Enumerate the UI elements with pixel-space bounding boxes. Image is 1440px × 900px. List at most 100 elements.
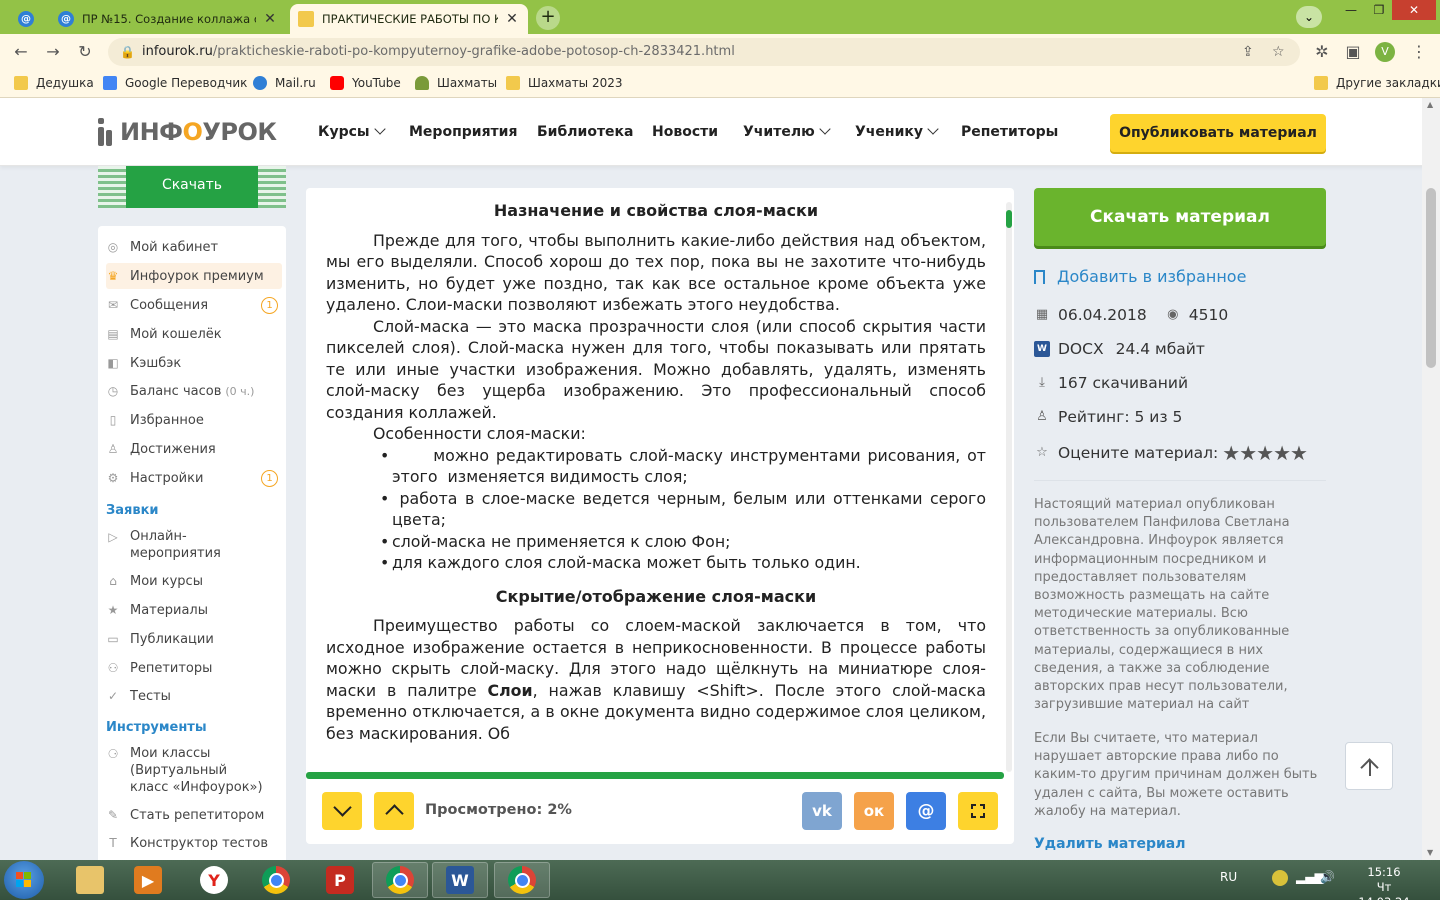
sidebar-item-my-courses[interactable]: ⌂ Мои курсы — [106, 568, 282, 594]
add-to-favorites-link[interactable]: Добавить в избранное — [1034, 267, 1246, 286]
sidebar-item-publications[interactable]: ▭ Публикации — [106, 626, 282, 652]
fullscreen-button[interactable] — [958, 792, 998, 830]
doc-scrollbar-thumb[interactable] — [1006, 210, 1012, 228]
sidebar-item-cashback[interactable]: ◧ Кэшбэк — [106, 350, 282, 376]
nav-teacher[interactable]: Учителю — [743, 123, 831, 140]
url-input[interactable]: 🔒 infourok.ru/prakticheskie-raboti-po-ko… — [108, 38, 1300, 66]
taskbar-explorer[interactable] — [62, 862, 118, 898]
sidebar-item-tutors[interactable]: ⚇ Репетиторы — [106, 655, 282, 681]
browser-tab-collage[interactable]: @ ПР №15. Создание коллажа с п ✕ — [50, 4, 286, 34]
sidebar-item-messages[interactable]: ✉ Сообщения 1 — [106, 292, 282, 318]
system-clock[interactable]: 15:16 Чт 14.03.24 — [1352, 865, 1416, 900]
download-material-button[interactable]: Скачать материал — [1034, 188, 1326, 246]
close-icon[interactable]: ✕ — [262, 11, 278, 27]
sidebar-item-premium[interactable]: ♛ Инфоурок премиум — [106, 263, 282, 289]
nav-library[interactable]: Библиотека — [537, 124, 634, 140]
side-panel-icon[interactable]: ▣ — [1342, 41, 1364, 63]
taskbar-psiphon[interactable]: P — [312, 862, 368, 898]
volume-icon[interactable]: 🔊 — [1320, 870, 1335, 884]
taskbar-chrome-3[interactable] — [494, 862, 550, 898]
share-icon[interactable]: ⇪ — [1242, 38, 1254, 66]
scroll-up-arrow-icon[interactable]: ▲ — [1427, 100, 1433, 109]
minimize-icon[interactable]: — — [1336, 0, 1366, 20]
scroll-down-arrow-icon[interactable]: ▼ — [1427, 848, 1433, 857]
sidebar-item-settings[interactable]: ⚙ Настройки 1 — [106, 465, 282, 491]
address-bar-row: ← → ↻ 🔒 infourok.ru/prakticheskie-raboti… — [0, 34, 1440, 70]
sidebar-item-my-classes[interactable]: ⚆ Мои классы (Виртуальный класс «Инфоурок») — [106, 745, 282, 796]
menu-kebab-icon[interactable]: ⋮ — [1408, 41, 1430, 63]
language-indicator[interactable]: RU — [1220, 870, 1237, 884]
bookmark-chess[interactable]: Шахматы — [415, 76, 497, 90]
share-vk-button[interactable]: vk — [802, 792, 842, 830]
nav-events[interactable]: Мероприятия — [409, 124, 517, 140]
nav-courses[interactable]: Курсы — [318, 123, 386, 140]
browser-tab-active[interactable]: ПРАКТИЧЕСКИЕ РАБОТЫ ПО КО ✕ — [290, 4, 528, 34]
tray-app-icon[interactable] — [1272, 870, 1288, 886]
taskbar-media-player[interactable]: ▶ — [120, 862, 176, 898]
sidebar-item-materials[interactable]: ★ Материалы — [106, 597, 282, 623]
nav-tutors[interactable]: Репетиторы — [961, 124, 1058, 140]
taskbar-chrome[interactable] — [248, 862, 304, 898]
reload-icon[interactable]: ↻ — [74, 41, 96, 63]
sidebar-item-wallet[interactable]: ▤ Мой кошелёк — [106, 321, 282, 347]
chevron-down-icon — [927, 123, 939, 135]
bookmark-other[interactable]: Другие закладки — [1314, 76, 1440, 90]
page-scrollbar-thumb[interactable] — [1426, 188, 1436, 368]
bookmark-google-translate[interactable]: Google Переводчик — [103, 76, 247, 90]
material-format: W DOCX 24.4 мбайт — [1034, 340, 1205, 358]
sidebar-item-online-events[interactable]: ▷ Онлайн-мероприятия — [106, 528, 282, 562]
close-icon[interactable]: ✕ — [504, 11, 520, 27]
publish-material-button[interactable]: Опубликовать материал — [1110, 114, 1326, 152]
bookmark-dedushka[interactable]: Дедушка — [14, 76, 94, 90]
taskbar-chrome-2[interactable] — [372, 862, 428, 898]
nav-news[interactable]: Новости — [652, 124, 718, 140]
fullscreen-icon — [971, 804, 985, 818]
promo-banner: Скачать — [98, 166, 286, 208]
prev-page-button[interactable] — [374, 792, 414, 830]
bookmark-chess-2023[interactable]: Шахматы 2023 — [506, 76, 623, 90]
maximize-icon[interactable]: ❐ — [1366, 0, 1392, 20]
taskbar-word[interactable]: W — [432, 862, 488, 898]
sidebar-item-achievements[interactable]: ♙ Достижения — [106, 436, 282, 462]
sidebar-item-tests[interactable]: ✓ Тесты — [106, 683, 282, 709]
psiphon-icon: P — [326, 866, 354, 894]
logo-mark-icon — [98, 118, 112, 146]
back-to-top-button[interactable] — [1345, 742, 1393, 790]
user-sidebar: ◎ Мой кабинет ♛ Инфоурок премиум ✉ Сообщени… — [98, 226, 286, 866]
share-mail-button[interactable]: @ — [906, 792, 946, 830]
nav-student[interactable]: Ученику — [855, 123, 939, 140]
new-tab-button[interactable]: + — [536, 6, 560, 30]
forward-arrow-icon[interactable]: → — [42, 41, 64, 63]
notification-badge: 1 — [261, 469, 278, 487]
bookmark-icon: ▯ — [109, 413, 117, 427]
sidebar-item-hours[interactable]: ◷ Баланс часов (0 ч.) — [106, 378, 282, 404]
infourok-logo[interactable]: ИНФ О УРОК — [98, 118, 277, 146]
browser-tab-pinned[interactable]: @ — [10, 4, 46, 34]
profile-avatar[interactable]: V — [1375, 42, 1395, 62]
next-page-button[interactable] — [322, 792, 362, 830]
bookmark-mailru[interactable]: Mail.ru — [253, 76, 316, 90]
rating-stars-input[interactable]: ★★★★★ — [1222, 441, 1308, 465]
bookmark-star-icon[interactable]: ☆ — [1272, 38, 1285, 66]
promo-download-button[interactable]: Скачать — [126, 166, 258, 208]
sidebar-item-become-tutor[interactable]: ✎ Стать репетитором — [106, 802, 282, 828]
delete-material-link[interactable]: Удалить материал — [1034, 836, 1185, 852]
bookmark-youtube[interactable]: YouTube — [330, 76, 401, 90]
sidebar-item-cabinet[interactable]: ◎ Мой кабинет — [106, 234, 282, 260]
sidebar-item-favorites[interactable]: ▯ Избранное — [106, 407, 282, 433]
doc-scrollbar-track[interactable] — [1006, 202, 1012, 772]
share-ok-button[interactable]: ок — [854, 792, 894, 830]
close-window-icon[interactable]: ✕ — [1392, 0, 1436, 20]
back-arrow-icon[interactable]: ← — [10, 41, 32, 63]
mailru-icon — [253, 76, 267, 90]
page-scrollbar[interactable]: ▲ ▼ — [1422, 98, 1440, 860]
taskbar-yandex[interactable]: Y — [186, 862, 242, 898]
mail-icon: ✉ — [107, 298, 119, 312]
rate-material: ☆ Оцените материал: ★★★★★ — [1034, 441, 1308, 465]
start-button[interactable] — [4, 861, 44, 899]
extensions-puzzle-icon[interactable]: ✲ — [1311, 41, 1333, 63]
folder-icon — [506, 76, 520, 90]
tab-search-chevron-icon[interactable]: ⌄ — [1296, 6, 1322, 28]
document-page[interactable]: Назначение и свойства слоя-маски Прежде … — [326, 200, 986, 770]
sidebar-item-test-builder[interactable]: T Конструктор тестов — [106, 830, 282, 856]
